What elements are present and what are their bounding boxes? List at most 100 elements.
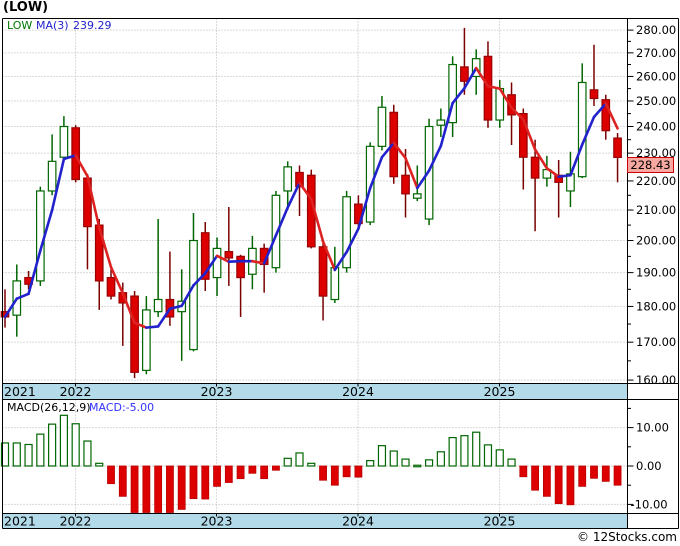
candle-body xyxy=(377,106,387,147)
candle-body xyxy=(330,267,340,301)
last-price-tag: 228.43 xyxy=(627,157,674,173)
macd-tick-label: -10.00 xyxy=(631,497,668,511)
macd-bar xyxy=(130,465,139,513)
macd-bar xyxy=(107,465,115,485)
macd-bar xyxy=(142,465,151,513)
macd-bar xyxy=(166,465,174,513)
candle-body xyxy=(589,89,599,100)
price-tick-label: 190.00 xyxy=(636,266,676,280)
macd-bar xyxy=(307,462,316,467)
candle-body xyxy=(224,250,234,259)
macd-bar xyxy=(36,433,45,467)
macd-bar xyxy=(272,465,280,471)
macd-bar xyxy=(531,465,539,491)
macd-tick-label: 0.00 xyxy=(636,459,662,473)
macd-bar xyxy=(189,465,198,500)
price-tick-label: 200.00 xyxy=(636,234,676,248)
price-tick-label: 250.00 xyxy=(636,94,676,108)
macd-tick-label: 10.00 xyxy=(636,421,669,435)
macd-bar xyxy=(201,465,210,500)
macd-bar xyxy=(224,465,233,483)
macd-bar xyxy=(483,444,493,467)
macd-bar xyxy=(460,435,469,467)
macd-bar xyxy=(389,450,398,467)
candle-body xyxy=(212,247,222,279)
macd-bar xyxy=(495,449,504,467)
candle-body xyxy=(283,166,293,192)
macd-bar xyxy=(566,465,575,506)
copyright-watermark: © 12Stocks.com xyxy=(577,530,677,544)
macd-bar xyxy=(613,465,622,486)
macd-bar xyxy=(48,423,57,467)
legend-ma-label: MA(3) xyxy=(36,19,69,32)
macd-bar xyxy=(507,458,516,467)
macd-indicator-label: MACD(26,12,9) xyxy=(7,401,91,414)
macd-bar xyxy=(248,465,257,474)
ma-line-segment xyxy=(145,325,160,329)
candle-body xyxy=(47,160,57,192)
macd-bar xyxy=(436,451,445,467)
price-tick-label: 270.00 xyxy=(636,46,676,60)
candle-body xyxy=(460,66,469,82)
macd-bar xyxy=(354,465,363,478)
candle-body xyxy=(530,156,540,179)
candle-body xyxy=(483,55,493,121)
price-tick-label: 180.00 xyxy=(636,299,676,313)
candle-body xyxy=(412,193,422,199)
macd-bar xyxy=(83,440,92,467)
macd-bar xyxy=(260,465,269,480)
price-tick-label: 160.00 xyxy=(636,373,676,387)
macd-bar xyxy=(519,465,528,478)
macd-bar xyxy=(542,465,551,497)
candle-body xyxy=(130,295,139,373)
candle-body xyxy=(142,309,151,371)
candle-body xyxy=(189,239,198,351)
legend-symbol: LOW xyxy=(7,19,33,32)
x-axis-year-label: 2021 xyxy=(4,514,36,529)
candle-body xyxy=(35,190,45,282)
candle-body xyxy=(153,298,163,313)
price-tick-label: 260.00 xyxy=(636,69,676,83)
macd-bar xyxy=(24,443,33,467)
candle-body xyxy=(436,119,446,126)
macd-bar xyxy=(295,452,304,467)
macd-bar xyxy=(366,460,375,467)
macd-bar xyxy=(377,445,387,467)
macd-bar xyxy=(342,465,351,478)
macd-bar xyxy=(590,465,598,479)
macd-bar xyxy=(601,465,610,482)
candle-body xyxy=(318,246,328,297)
stock-chart-page: 2021 2022 2023 2024 2025 2021 2022 2023 2024 2025… xyxy=(0,0,680,546)
candle-body xyxy=(577,81,587,178)
candle-body xyxy=(59,125,69,158)
x-axis-year-label: 2021 xyxy=(4,384,36,399)
macd-bar xyxy=(330,465,339,486)
chart-canvas: 2021 2022 2023 2024 20252021 2022 2023 2024 2025… xyxy=(0,18,679,529)
macd-current-value: MACD:-5.00 xyxy=(89,401,155,414)
macd-bar xyxy=(118,465,127,497)
macd-bar xyxy=(401,458,410,467)
candle-body xyxy=(401,174,410,195)
macd-bar xyxy=(177,465,186,510)
price-tick-label: 170.00 xyxy=(636,335,676,349)
macd-bar xyxy=(236,465,245,480)
macd-bar xyxy=(95,462,104,467)
price-tick-label: 220.00 xyxy=(636,174,676,188)
macd-bar xyxy=(413,464,422,468)
macd-bar xyxy=(472,431,481,467)
price-tick-label: 280.00 xyxy=(636,23,676,37)
macd-bar xyxy=(12,442,21,467)
x-axis-band xyxy=(2,514,628,528)
macd-bar xyxy=(59,414,69,467)
macd-bar xyxy=(578,465,587,487)
macd-bar xyxy=(319,465,327,481)
macd-bar xyxy=(554,465,563,505)
price-tick-label: 210.00 xyxy=(636,203,676,217)
macd-bar xyxy=(154,465,163,513)
macd-bar xyxy=(424,459,434,467)
price-tick-label: 240.00 xyxy=(636,120,676,134)
candle-body xyxy=(613,137,622,159)
candle-body xyxy=(106,276,116,297)
candle-body xyxy=(236,255,245,279)
ma-line-segment xyxy=(227,259,242,264)
